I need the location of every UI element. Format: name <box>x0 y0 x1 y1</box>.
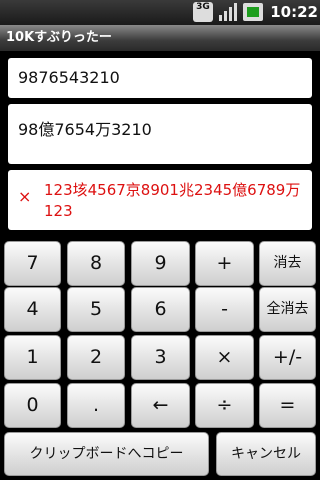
converted-display: 98億7654万3210 <box>8 104 312 164</box>
key-8[interactable]: 8 <box>67 241 125 286</box>
key-plus[interactable]: + <box>195 241 254 286</box>
copy-to-clipboard-button[interactable]: クリップボードへコピー <box>4 432 209 476</box>
network-3g-icon: 3G <box>193 2 213 22</box>
key-multiply[interactable]: × <box>195 335 254 380</box>
key-9[interactable]: 9 <box>131 241 190 286</box>
number-input-field[interactable]: 9876543210 <box>8 58 312 98</box>
app-title: 10Kすぶりったー <box>0 25 320 51</box>
status-time: 10:22 <box>270 3 318 21</box>
network-type: 3G <box>196 2 210 12</box>
status-bar: 3G 10:22 <box>0 0 320 25</box>
key-divide[interactable]: ÷ <box>195 383 254 428</box>
multiply-mark: × <box>18 187 32 206</box>
key-minus[interactable]: - <box>195 287 254 332</box>
key-5[interactable]: 5 <box>67 287 125 332</box>
signal-strength-icon <box>219 3 237 21</box>
key-decimal[interactable]: . <box>67 383 125 428</box>
key-6[interactable]: 6 <box>131 287 190 332</box>
key-0[interactable]: 0 <box>4 383 61 428</box>
key-2[interactable]: 2 <box>67 335 125 380</box>
key-7[interactable]: 7 <box>4 241 61 286</box>
key-3[interactable]: 3 <box>131 335 190 380</box>
key-plus-minus[interactable]: +/- <box>259 335 316 380</box>
cancel-button[interactable]: キャンセル <box>216 432 316 476</box>
result-display: × 123垓4567京8901兆2345億6789万123 <box>8 170 312 230</box>
battery-icon <box>243 3 263 21</box>
result-text: 123垓4567京8901兆2345億6789万123 <box>44 181 301 220</box>
clear-all-button[interactable]: 全消去 <box>259 287 316 332</box>
key-1[interactable]: 1 <box>4 335 61 380</box>
key-4[interactable]: 4 <box>4 287 61 332</box>
key-backspace[interactable]: ← <box>131 383 190 428</box>
key-equals[interactable]: = <box>259 383 316 428</box>
clear-button[interactable]: 消去 <box>259 241 316 286</box>
